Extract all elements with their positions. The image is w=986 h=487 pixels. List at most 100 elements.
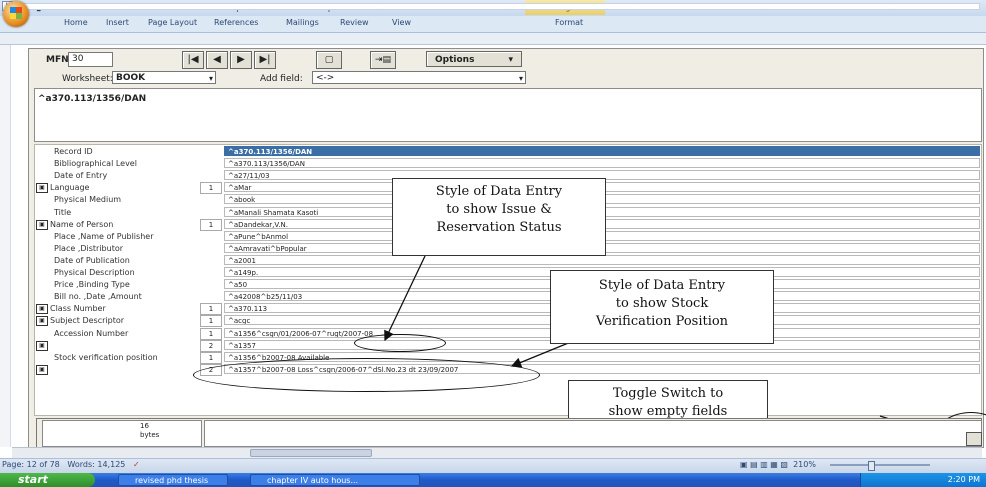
repeatable-field-icon[interactable]: ▣ xyxy=(36,316,48,327)
add-field-value: <-> xyxy=(316,73,335,83)
field-label: Place ,Distributor xyxy=(54,243,124,253)
ruler xyxy=(0,33,986,45)
taskbar-item-thesis[interactable]: revised phd thesis xyxy=(118,474,228,486)
field-label: Place ,Name of Publisher xyxy=(54,231,154,241)
field-label: Physical Description xyxy=(54,268,135,277)
taskbar-item-word[interactable]: chapter IV auto hous... xyxy=(250,474,420,486)
office-button[interactable] xyxy=(3,1,29,27)
field-value-input[interactable]: ^a370.113/1356/DAN xyxy=(224,158,980,169)
accession-highlight-ellipse xyxy=(354,334,446,352)
status-page-words: Page: 12 of 78 Words: 14,125 ✓ xyxy=(2,460,140,469)
occurrence-count: 1 xyxy=(200,351,222,364)
word-count[interactable]: Words: 14,125 xyxy=(67,460,125,469)
record-display-box[interactable] xyxy=(34,88,982,142)
occurrence-count: 1 xyxy=(200,218,222,231)
issue-status-callout: Style of Data Entry to show Issue & Rese… xyxy=(392,178,606,256)
tab-page-layout[interactable]: Page Layout xyxy=(148,18,197,27)
field-row: Bibliographical Level ^a370.113/1356/DAN xyxy=(0,158,980,169)
field-label: Price ,Binding Type xyxy=(54,280,130,290)
stock-verification-highlight-ellipse xyxy=(193,358,540,392)
occurrence-count: 2 xyxy=(200,339,222,352)
field-label: Bibliographical Level xyxy=(54,159,137,169)
chevron-down-icon: ▾ xyxy=(518,74,523,83)
horizontal-scrollbar[interactable] xyxy=(12,447,982,458)
record-display-text: ^a370.113/1356/DAN xyxy=(38,94,147,104)
tab-format[interactable]: Format xyxy=(555,18,583,27)
worksheet-select[interactable]: BOOK ▾ xyxy=(112,71,216,84)
field-help-box xyxy=(204,420,982,447)
options-dropdown[interactable]: Options ▾ xyxy=(426,51,522,67)
repeatable-field-icon[interactable]: ▣ xyxy=(36,304,48,315)
page-count[interactable]: Page: 12 of 78 xyxy=(2,460,60,469)
tab-home[interactable]: Home xyxy=(64,18,88,27)
repeatable-field-icon[interactable]: ▣ xyxy=(36,183,48,194)
tab-insert[interactable]: Insert xyxy=(106,18,129,27)
toggle-switch-callout-text: Toggle Switch to show empty fields xyxy=(608,386,728,419)
field-value-input[interactable]: ^a370.113/1356/DAN xyxy=(224,146,980,156)
field-label: Title xyxy=(54,207,72,217)
system-tray: 2:20 PM xyxy=(860,473,986,487)
field-label: Language xyxy=(50,183,90,193)
repeatable-field-icon[interactable]: ▣ xyxy=(36,340,48,351)
previous-record-button[interactable]: ◀ xyxy=(206,51,228,69)
new-record-button[interactable]: ▢ xyxy=(316,51,342,69)
field-label: Name of Person xyxy=(50,219,114,229)
mfn-input[interactable]: 30 xyxy=(68,52,113,67)
empty-fields-toggle-switch[interactable] xyxy=(966,432,982,446)
field-value-input[interactable]: ^a2001 xyxy=(224,254,980,265)
chevron-down-icon: ▾ xyxy=(508,55,513,65)
occurrence-count: 1 xyxy=(200,303,222,316)
taskbar-item-thesis-label: revised phd thesis xyxy=(135,476,209,485)
proofing-icon[interactable]: ✓ xyxy=(133,460,140,469)
save-record-button[interactable]: ⇥▤ xyxy=(370,51,396,69)
field-label: Date of Publication xyxy=(54,255,130,265)
repeatable-field-icon[interactable]: ▣ xyxy=(36,364,48,375)
field-label: Class Number xyxy=(50,304,106,314)
tab-review[interactable]: Review xyxy=(340,18,369,27)
bytes-count: 16 bytes xyxy=(140,422,160,439)
options-label: Options xyxy=(435,55,475,65)
field-row: Bill no. ,Date ,Amount ^a42008^b25/11/03 xyxy=(0,291,980,302)
start-label: start xyxy=(18,473,48,486)
field-label: Accession Number xyxy=(54,328,129,338)
field-label: Record ID xyxy=(54,147,93,156)
occurrence-count: 1 xyxy=(200,327,222,340)
mfn-label: MFN xyxy=(46,55,69,65)
field-label: Physical Medium xyxy=(54,195,122,205)
field-label: Stock verification position xyxy=(54,352,158,362)
last-record-button[interactable]: ▶| xyxy=(254,51,276,69)
tab-mailings[interactable]: Mailings xyxy=(286,18,319,27)
office-logo-icon xyxy=(10,7,22,19)
view-zoom-controls: ▣ ▤ ▥ ▦ ▧ 210% xyxy=(740,460,816,469)
zoom-slider[interactable] xyxy=(830,464,930,466)
horizontal-ruler[interactable] xyxy=(18,3,980,10)
field-label: Bill no. ,Date ,Amount xyxy=(54,292,142,302)
next-record-button[interactable]: ▶ xyxy=(230,51,252,69)
worksheet-label: Worksheet: xyxy=(62,74,113,84)
field-label: Subject Descriptor xyxy=(50,316,125,326)
occurrence-count: 1 xyxy=(200,315,222,328)
view-buttons-icon[interactable]: ▣ ▤ ▥ ▦ ▧ xyxy=(740,460,788,469)
tray-clock[interactable]: 2:20 PM xyxy=(948,475,980,484)
new-record-icon: ▢ xyxy=(324,55,334,65)
field-row: Physical Description ^a149p. xyxy=(0,267,980,278)
taskbar-item-word-label: chapter IV auto hous... xyxy=(267,476,359,485)
zoom-level[interactable]: 210% xyxy=(793,460,816,469)
field-label: Date of Entry xyxy=(54,171,108,181)
field-row: Price ,Binding Type ^a50 xyxy=(0,279,980,290)
tab-view[interactable]: View xyxy=(392,18,411,27)
add-field-select[interactable]: <-> ▾ xyxy=(312,71,526,84)
ribbon-tabs: Home Insert Page Layout References Maili… xyxy=(0,16,986,33)
field-row: Record ID ^a370.113/1356/DAN xyxy=(0,146,980,157)
tab-references[interactable]: References xyxy=(214,18,258,27)
field-row: ▣ Subject Descriptor 1 ^acgc xyxy=(0,315,980,328)
worksheet-value: BOOK xyxy=(116,73,146,83)
field-row: ▣ Class Number 1 ^a370.113 xyxy=(0,303,980,316)
scrollbar-thumb[interactable] xyxy=(250,449,372,457)
first-record-button[interactable]: |◀ xyxy=(182,51,204,69)
repeatable-field-icon[interactable]: ▣ xyxy=(36,219,48,230)
stock-position-callout: Style of Data Entry to show Stock Verifi… xyxy=(550,270,774,344)
bytes-box xyxy=(42,420,202,447)
zoom-slider-knob[interactable] xyxy=(868,461,875,471)
start-button[interactable]: start xyxy=(0,473,95,487)
